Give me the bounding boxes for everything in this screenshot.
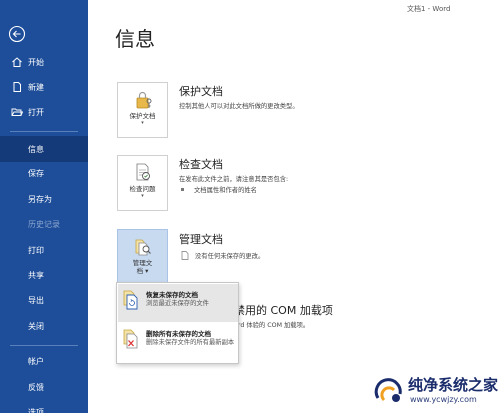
sidebar-item-label: 共享 <box>28 270 44 280</box>
sidebar-item-new[interactable]: 新建 <box>0 74 88 100</box>
sidebar-item-label: 反馈 <box>28 382 44 392</box>
protect-section-description: 控制其他人可以对此文档所做的更改类型。 <box>179 103 299 110</box>
sidebar-item-label: 选项 <box>28 407 44 413</box>
site-watermark: 纯净系统之家 www.ycwjzy.com <box>370 371 498 411</box>
folder-open-icon <box>11 108 23 116</box>
manage-document-button[interactable]: 管理文 档 ▾ <box>117 229 168 285</box>
inspect-bullet: 文档属性和作者的姓名 <box>181 185 257 194</box>
bullet-text: 文档属性和作者的姓名 <box>194 187 257 194</box>
sidebar-item-label: 历史记录 <box>28 219 60 229</box>
menu-item-description: 删除未保存文件的所有最新副本 <box>146 339 235 346</box>
sidebar-divider <box>10 131 78 132</box>
manage-document-icon <box>135 239 151 256</box>
sidebar-item-options[interactable]: 选项 <box>0 399 88 413</box>
menu-item-description: 浏览最近未保存的文件 <box>146 300 209 307</box>
chevron-down-icon: ▾ <box>141 120 144 126</box>
sidebar-item-label: 帐户 <box>28 356 44 366</box>
tile-label-line1: 管理文 <box>132 259 153 267</box>
sidebar-item-label: 保存 <box>28 168 44 178</box>
sidebar-item-print[interactable]: 打印 <box>0 237 88 263</box>
sidebar-item-share[interactable]: 共享 <box>0 262 88 288</box>
sidebar-item-account[interactable]: 帐户 <box>0 348 88 374</box>
com-addins-description: ord 体验的 COM 加载项。 <box>234 322 310 329</box>
bullet-icon <box>181 188 184 191</box>
sidebar-divider <box>10 345 78 346</box>
recover-unsaved-documents-item[interactable]: 恢复未保存的文档 浏览最近未保存的文件 <box>118 284 238 322</box>
sidebar-item-feedback[interactable]: 反馈 <box>0 374 88 400</box>
backstage-sidebar: 开始 新建 打开 信息 保存 另存为 历史记录 打印 共享 导出 关闭 帐户 反… <box>0 0 88 413</box>
document-title: 文档1 - Word <box>407 5 451 13</box>
chevron-down-icon: ▾ <box>141 193 144 199</box>
sidebar-item-open[interactable]: 打开 <box>0 99 88 125</box>
menu-item-title: 恢复未保存的文档 <box>146 291 198 299</box>
sidebar-item-label: 打开 <box>28 107 44 117</box>
sidebar-item-label: 新建 <box>28 82 44 92</box>
sidebar-item-save[interactable]: 保存 <box>0 160 88 186</box>
document-status-icon <box>181 251 189 260</box>
sidebar-item-label: 开始 <box>28 57 44 67</box>
tile-label: 管理文 档 ▾ <box>133 259 153 275</box>
com-addins-title: 禁用的 COM 加载项 <box>234 304 333 317</box>
sidebar-item-label: 关闭 <box>28 321 44 331</box>
protect-document-button[interactable]: 保护文档 ▾ <box>117 82 168 138</box>
protect-section-title: 保护文档 <box>179 85 223 98</box>
new-document-icon <box>13 82 21 92</box>
sidebar-item-label: 信息 <box>28 144 44 154</box>
menu-item-title: 删除所有未保存的文档 <box>146 330 211 338</box>
page-title: 信息 <box>115 27 155 51</box>
sidebar-item-label: 打印 <box>28 245 44 255</box>
sidebar-item-close[interactable]: 关闭 <box>0 313 88 339</box>
manage-document-menu: 恢复未保存的文档 浏览最近未保存的文件 删除所有未保存的文档 删除未保存文件的所… <box>116 282 239 364</box>
back-arrow-icon[interactable] <box>6 23 28 45</box>
recover-document-icon <box>123 290 138 310</box>
delete-document-icon <box>123 329 138 349</box>
inspect-section-title: 检查文档 <box>179 158 223 171</box>
watermark-url: www.ycwjzy.com <box>410 395 477 404</box>
inspect-document-icon <box>136 163 150 181</box>
sidebar-item-label: 导出 <box>28 295 44 305</box>
sidebar-item-info[interactable]: 信息 <box>0 136 88 162</box>
manage-section-description: 没有任何未保存的更改。 <box>195 253 265 260</box>
check-for-issues-button[interactable]: 检查问题 ▾ <box>117 155 168 211</box>
sidebar-item-save-as[interactable]: 另存为 <box>0 186 88 212</box>
sidebar-item-label: 另存为 <box>28 194 52 204</box>
sidebar-item-history: 历史记录 <box>0 211 88 237</box>
tile-label-line2: 档 ▾ <box>136 267 149 275</box>
watermark-logo-icon <box>374 378 402 402</box>
watermark-text: 纯净系统之家 <box>408 376 499 394</box>
sidebar-item-home[interactable]: 开始 <box>0 49 88 75</box>
lock-key-icon <box>136 91 151 109</box>
delete-unsaved-documents-item[interactable]: 删除所有未保存的文档 删除未保存文件的所有最新副本 <box>118 323 238 361</box>
sidebar-item-export[interactable]: 导出 <box>0 287 88 313</box>
home-icon <box>12 57 22 67</box>
inspect-section-description: 在发布此文件之前，请注意其是否包含: <box>179 176 289 183</box>
manage-status: 没有任何未保存的更改。 <box>181 251 264 260</box>
tile-label: 保护文档 <box>129 112 156 120</box>
tile-label: 检查问题 <box>129 185 156 193</box>
manage-section-title: 管理文档 <box>179 233 223 246</box>
